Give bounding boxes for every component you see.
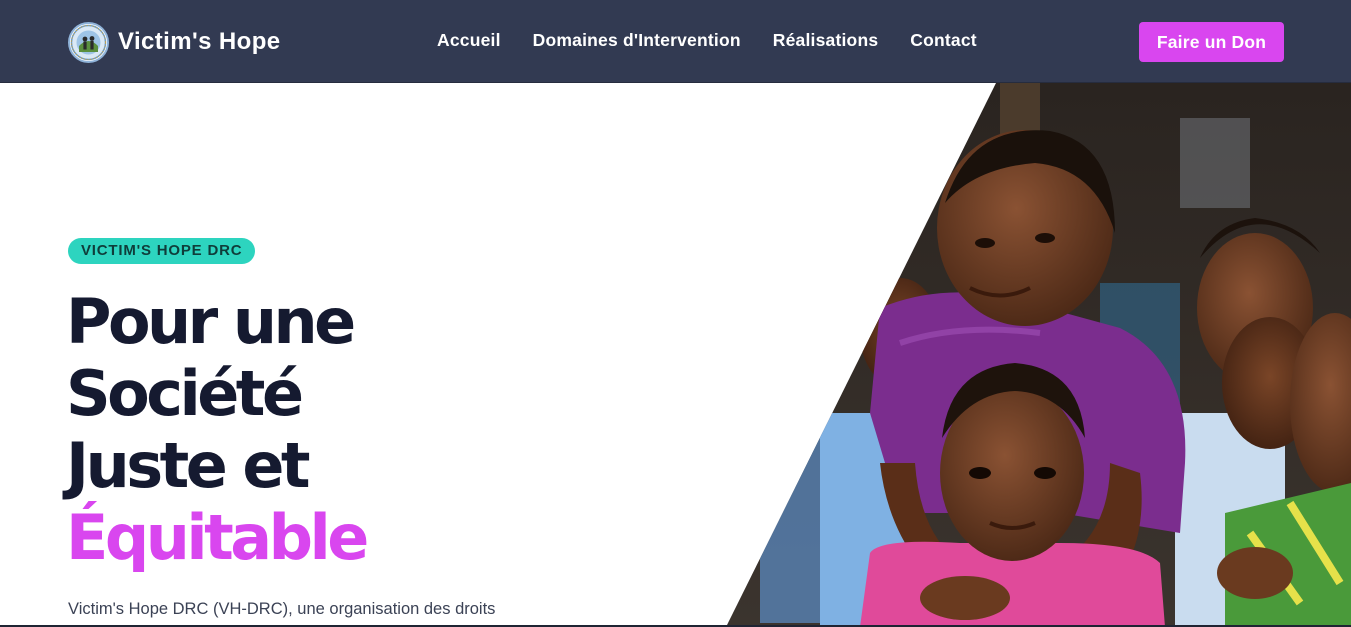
headline-line-1: Pour une bbox=[66, 285, 356, 358]
nav-link-contact[interactable]: Contact bbox=[910, 30, 977, 51]
nav-link-domaines-intervention[interactable]: Domaines d'Intervention bbox=[533, 30, 741, 51]
brand-link[interactable]: Victim's Hope bbox=[68, 21, 281, 63]
hero-headline: Pour une Société Juste et Équitable bbox=[66, 285, 369, 574]
hero-section: VICTIM'S HOPE DRC Pour une Société Juste… bbox=[0, 83, 1351, 627]
hero-description: Victim's Hope DRC (VH-DRC), une organisa… bbox=[68, 600, 496, 618]
top-navbar: Victim's Hope Accueil Domaines d'Interve… bbox=[0, 0, 1351, 83]
headline-accent: Équitable bbox=[66, 501, 369, 574]
headline-line-2: Société bbox=[66, 357, 304, 430]
donate-button[interactable]: Faire un Don bbox=[1139, 22, 1284, 62]
nav-link-realisations[interactable]: Réalisations bbox=[773, 30, 879, 51]
victims-hope-logo-icon bbox=[68, 21, 109, 63]
organization-badge: VICTIM'S HOPE DRC bbox=[68, 238, 256, 264]
nav-link-accueil[interactable]: Accueil bbox=[437, 30, 501, 51]
main-navigation: Accueil Domaines d'Intervention Réalisat… bbox=[437, 30, 1009, 51]
headline-line-3: Juste et bbox=[66, 429, 311, 502]
brand-name: Victim's Hope bbox=[118, 28, 281, 55]
